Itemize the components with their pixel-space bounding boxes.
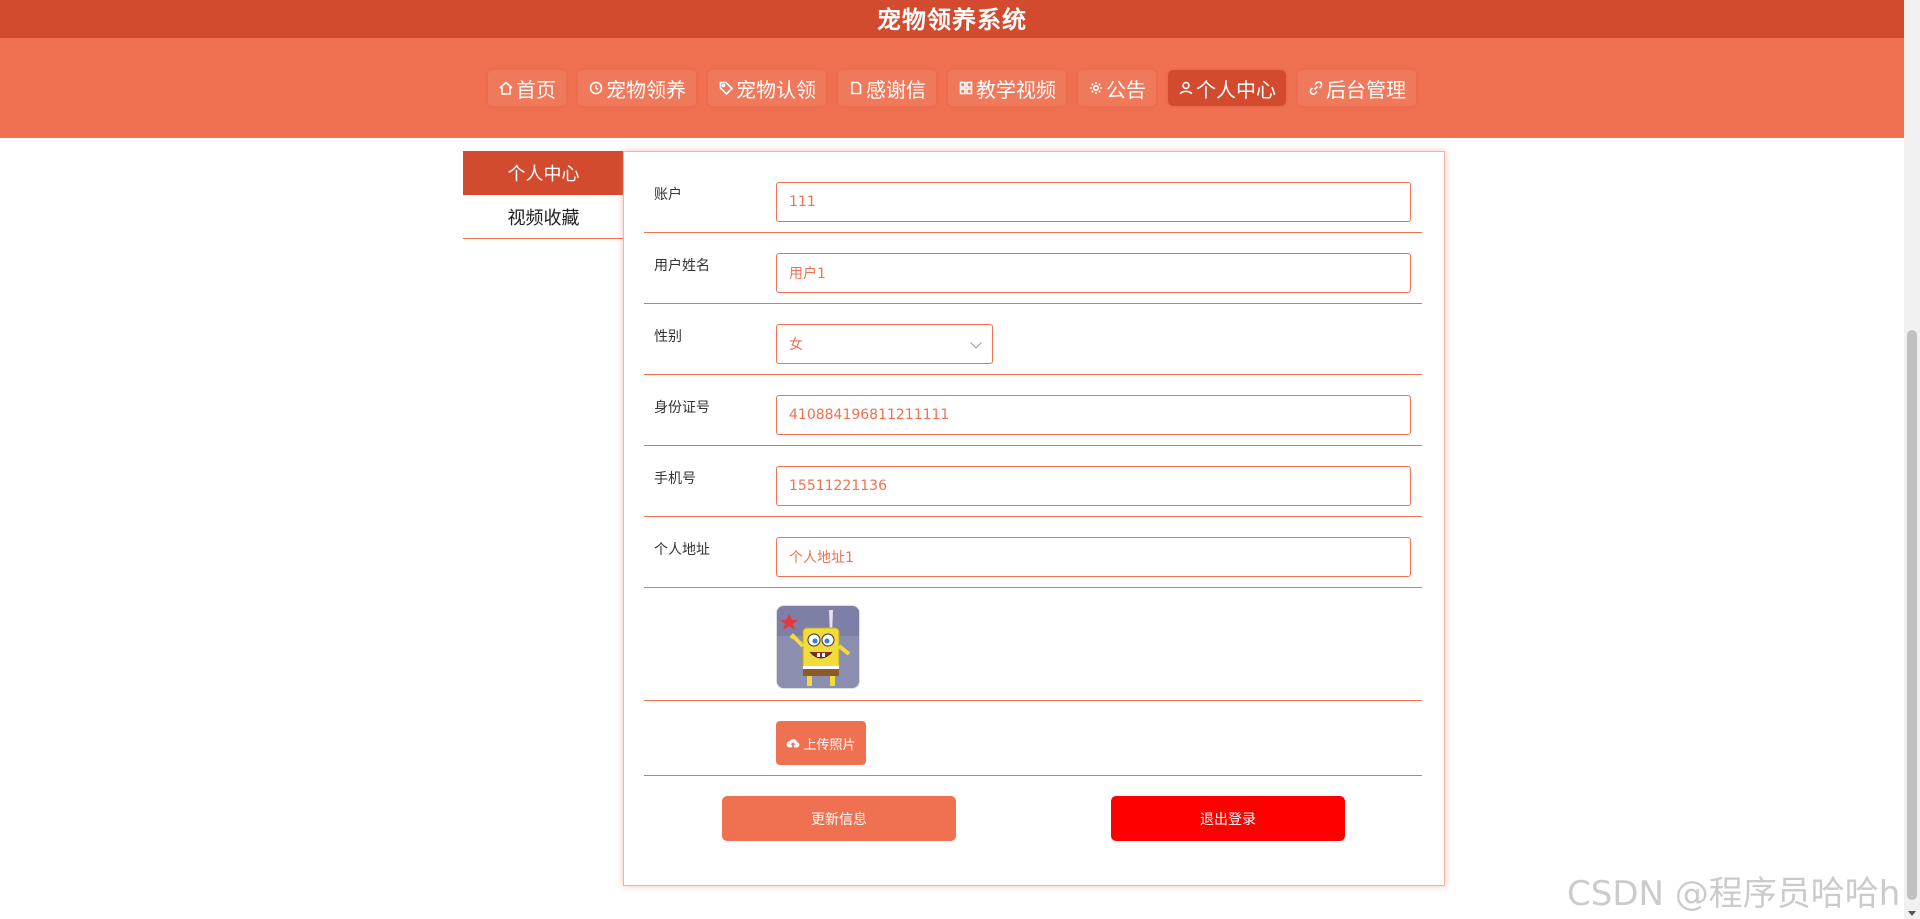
nav-item-label: 个人中心	[1196, 77, 1276, 102]
nav-item-label: 感谢信	[866, 77, 926, 102]
account-label: 账户	[654, 187, 682, 203]
form-row-address: 个人地址	[644, 517, 1422, 588]
sidebar-item-personal-center[interactable]: 个人中心	[463, 151, 624, 195]
form-row-name: 用户姓名	[644, 233, 1422, 304]
gear-icon	[1090, 82, 1102, 94]
nav-item-thank-letter[interactable]: 感谢信	[838, 70, 936, 106]
gender-label: 性别	[654, 329, 682, 345]
form-row-id-number: 身份证号	[644, 375, 1422, 446]
user-icon	[1179, 81, 1193, 95]
form-row-avatar	[644, 588, 1422, 701]
address-label: 个人地址	[654, 542, 710, 558]
account-input[interactable]	[776, 182, 1411, 222]
nav-item-label: 宠物领养	[606, 77, 686, 102]
phone-input[interactable]	[776, 466, 1411, 506]
gender-select[interactable]: 女	[776, 324, 993, 364]
app-title: 宠物领养系统	[877, 5, 1027, 34]
address-input[interactable]	[776, 537, 1411, 577]
nav-item-personal-center[interactable]: 个人中心	[1168, 70, 1286, 106]
grid-icon	[959, 81, 973, 95]
app-header: 宠物领养系统	[0, 0, 1904, 38]
nav-item-home[interactable]: 首页	[488, 70, 566, 106]
link-icon	[1309, 81, 1323, 95]
gender-select-value: 女	[789, 337, 803, 353]
upload-photo-button[interactable]: 上传照片	[776, 721, 866, 765]
nav-item-pet-claim[interactable]: 宠物认领	[708, 70, 826, 106]
page-scrollbar[interactable]	[1904, 0, 1920, 919]
chevron-down-icon	[970, 337, 982, 349]
upload-photo-label: 上传照片	[803, 737, 856, 753]
nav-item-announcement[interactable]: 公告	[1078, 70, 1156, 106]
name-label: 用户姓名	[654, 258, 710, 274]
form-row-account: 账户	[644, 152, 1422, 233]
name-input[interactable]	[776, 253, 1411, 293]
avatar	[776, 605, 860, 689]
tag-icon	[719, 81, 734, 96]
scroll-down-arrow-icon[interactable]	[1908, 911, 1916, 916]
nav-item-label: 首页	[516, 77, 556, 102]
nav-item-teaching-video[interactable]: 教学视频	[948, 70, 1066, 106]
id-number-label: 身份证号	[654, 400, 710, 416]
logout-button[interactable]: 退出登录	[1111, 796, 1345, 841]
main-nav: 首页 宠物领养 宠物认领 感谢信 教学视频 公告 个人中心 后台管理	[0, 38, 1904, 138]
update-info-button[interactable]: 更新信息	[722, 796, 956, 841]
clock-icon	[589, 81, 603, 95]
nav-item-label: 公告	[1106, 77, 1146, 102]
watermark: CSDN @程序员哈哈h	[1567, 874, 1901, 914]
profile-form: 账户 用户姓名 性别 女 身份证号 手机号 个人地址	[623, 151, 1445, 886]
document-icon	[851, 81, 862, 95]
sidebar-item-video-favorites[interactable]: 视频收藏	[463, 195, 624, 239]
nav-item-label: 后台管理	[1326, 77, 1406, 102]
phone-label: 手机号	[654, 471, 696, 487]
id-number-input[interactable]	[776, 395, 1411, 435]
form-row-phone: 手机号	[644, 446, 1422, 517]
nav-item-label: 教学视频	[976, 77, 1056, 102]
nav-item-admin[interactable]: 后台管理	[1298, 70, 1416, 106]
cloud-upload-icon	[787, 739, 800, 748]
sidebar: 个人中心 视频收藏	[463, 151, 624, 239]
home-icon	[499, 81, 513, 95]
form-row-gender: 性别 女	[644, 304, 1422, 375]
avatar-image	[777, 606, 859, 688]
scrollbar-thumb[interactable]	[1907, 330, 1917, 900]
nav-item-label: 宠物认领	[736, 77, 816, 102]
nav-item-pet-adoption[interactable]: 宠物领养	[578, 70, 696, 106]
form-row-upload: 上传照片	[644, 701, 1422, 776]
